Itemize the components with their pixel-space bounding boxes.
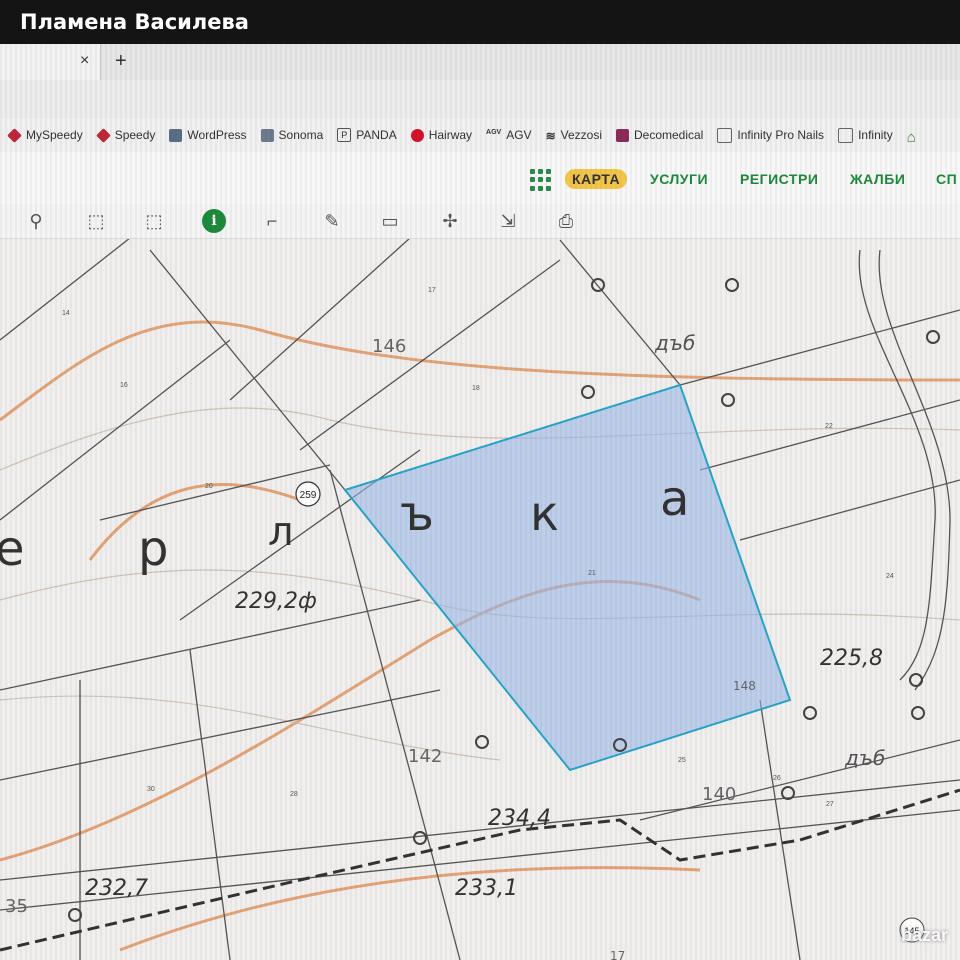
bookmark-label: Vezzosi (560, 128, 602, 142)
bookmark-sonoma[interactable]: Sonoma (260, 128, 324, 142)
vezzosi-icon: ≋ (545, 128, 556, 143)
svg-text:35: 35 (5, 896, 28, 917)
bookmark-label: Sonoma (278, 128, 324, 142)
svg-text:14: 14 (62, 310, 70, 317)
svg-text:24: 24 (886, 573, 894, 580)
compass-icon[interactable]: ✢ (438, 209, 462, 233)
print-icon[interactable]: ⎙ (554, 209, 578, 233)
bookmark-decomedical[interactable]: Decomedical (615, 128, 704, 142)
nav-more[interactable]: СП (936, 171, 957, 187)
home-icon: ⌂ (906, 128, 916, 146)
svg-text:л: л (268, 509, 294, 555)
bookmark-myspeedy[interactable]: MySpeedy (7, 127, 83, 143)
svg-text:28: 28 (290, 791, 298, 798)
svg-text:229,2ф: 229,2ф (235, 589, 317, 614)
agv-icon: AGV (486, 128, 502, 136)
site-watermark: bazar (900, 925, 948, 945)
svg-text:27: 27 (826, 801, 834, 808)
svg-text:18: 18 (472, 385, 480, 392)
panda-p-icon: P (337, 128, 352, 142)
bookmark-vezzosi[interactable]: ≋ Vezzosi (545, 128, 602, 143)
svg-text:16: 16 (120, 382, 128, 389)
svg-text:дъб: дъб (654, 331, 695, 355)
bookmark-label: Decomedical (633, 128, 704, 142)
nav-map[interactable]: КАРТА (565, 169, 628, 189)
bookmark-hairway[interactable]: Hairway (410, 128, 473, 142)
bookmark-wordpress[interactable]: WordPress (169, 128, 247, 142)
add-area-icon[interactable]: ⬚ (84, 209, 108, 233)
site-navigation: КАРТА УСЛУГИ РЕГИСТРИ ЖАЛБИ СП (0, 152, 960, 204)
decomedical-icon (615, 128, 629, 142)
map-toolbar: ⚲ ⬚ ⬚ i ⌐ ✎ ▭ ✢ ⇲ ⎙ (0, 204, 960, 239)
svg-text:е: е (0, 521, 25, 577)
svg-text:к: к (530, 486, 559, 542)
svg-text:дъб: дъб (844, 746, 885, 770)
selected-parcel[interactable] (343, 383, 792, 772)
bookmark-home[interactable]: ⌂ (906, 128, 921, 146)
dashed-boundary (0, 788, 960, 952)
info-icon[interactable]: i (202, 209, 226, 233)
speedy-cube-icon (95, 127, 111, 143)
new-tab-button[interactable]: + (115, 50, 127, 73)
bookmarks-bar: MySpeedy Speedy WordPress Sonoma P PANDA … (0, 118, 960, 152)
select-parcel-icon[interactable]: ⌐ (260, 209, 284, 233)
svg-text:25: 25 (678, 757, 686, 764)
bookmark-panda[interactable]: P PANDA (337, 128, 397, 142)
bookmark-label: AGV (506, 128, 532, 142)
measure-icon[interactable]: ✎ (320, 209, 344, 233)
location-pin-icon[interactable]: ⚲ (24, 209, 48, 233)
cadastral-map[interactable]: 259 е р л ъ к а 229,2ф 225,8 234,4 232,7… (0, 238, 960, 960)
remove-area-icon[interactable]: ⬚ (142, 209, 166, 233)
svg-text:20: 20 (205, 483, 213, 490)
svg-text:а: а (660, 471, 689, 527)
svg-text:р: р (138, 521, 168, 577)
parcel-number: 259 (300, 490, 317, 501)
bookmark-label: PANDA (356, 128, 397, 142)
svg-text:233,1: 233,1 (455, 876, 518, 901)
bookmark-label: WordPress (187, 128, 247, 142)
svg-text:232,7: 232,7 (85, 876, 148, 901)
nav-services[interactable]: УСЛУГИ (650, 171, 708, 187)
bookmark-label: Hairway (428, 128, 473, 142)
bookmark-label: MySpeedy (26, 128, 83, 142)
layers-map-icon[interactable]: ▭ (378, 209, 402, 233)
export-icon[interactable]: ⇲ (496, 209, 520, 233)
owner-name-banner: Пламена Василева (0, 0, 960, 44)
bookmark-label: Infinity Pro Nails (737, 128, 825, 142)
svg-text:234,4: 234,4 (488, 806, 551, 831)
svg-text:17: 17 (428, 287, 436, 294)
svg-text:17: 17 (610, 949, 625, 960)
bookmark-infinity[interactable]: Infinity (838, 127, 893, 143)
nav-registers[interactable]: РЕГИСТРИ (740, 171, 818, 187)
sonoma-icon (260, 128, 274, 142)
browser-tab-strip: × + (0, 44, 960, 80)
nav-complaints[interactable]: ЖАЛБИ (850, 171, 905, 187)
svg-text:146: 146 (372, 336, 406, 357)
svg-text:140: 140 (702, 784, 736, 805)
infinity-icon (838, 127, 854, 143)
apps-grid-icon[interactable] (530, 169, 552, 191)
svg-text:21: 21 (588, 570, 596, 577)
speedy-cube-icon (7, 127, 22, 143)
infinity-icon (717, 127, 733, 143)
svg-text:142: 142 (408, 746, 442, 767)
svg-text:26: 26 (773, 775, 781, 782)
vodafone-icon (410, 128, 424, 142)
bookmark-label: Speedy (114, 128, 156, 142)
svg-text:ъ: ъ (400, 486, 434, 542)
bookmark-infinity-pro-nails[interactable]: Infinity Pro Nails (717, 127, 825, 143)
svg-text:30: 30 (147, 786, 155, 793)
bookmark-speedy[interactable]: Speedy (95, 127, 156, 143)
svg-text:148: 148 (733, 679, 756, 693)
wordpress-icon (169, 128, 183, 142)
svg-text:22: 22 (825, 423, 833, 430)
map-canvas[interactable]: 259 е р л ъ к а 229,2ф 225,8 234,4 232,7… (0, 238, 960, 960)
bookmark-label: Infinity (858, 128, 893, 142)
svg-text:225,8: 225,8 (820, 646, 883, 671)
address-bar-area[interactable] (0, 80, 960, 119)
close-tab-icon[interactable]: × (80, 52, 89, 70)
bookmark-agv[interactable]: AGV AGV (486, 128, 532, 142)
browser-tab[interactable]: × (0, 44, 101, 80)
